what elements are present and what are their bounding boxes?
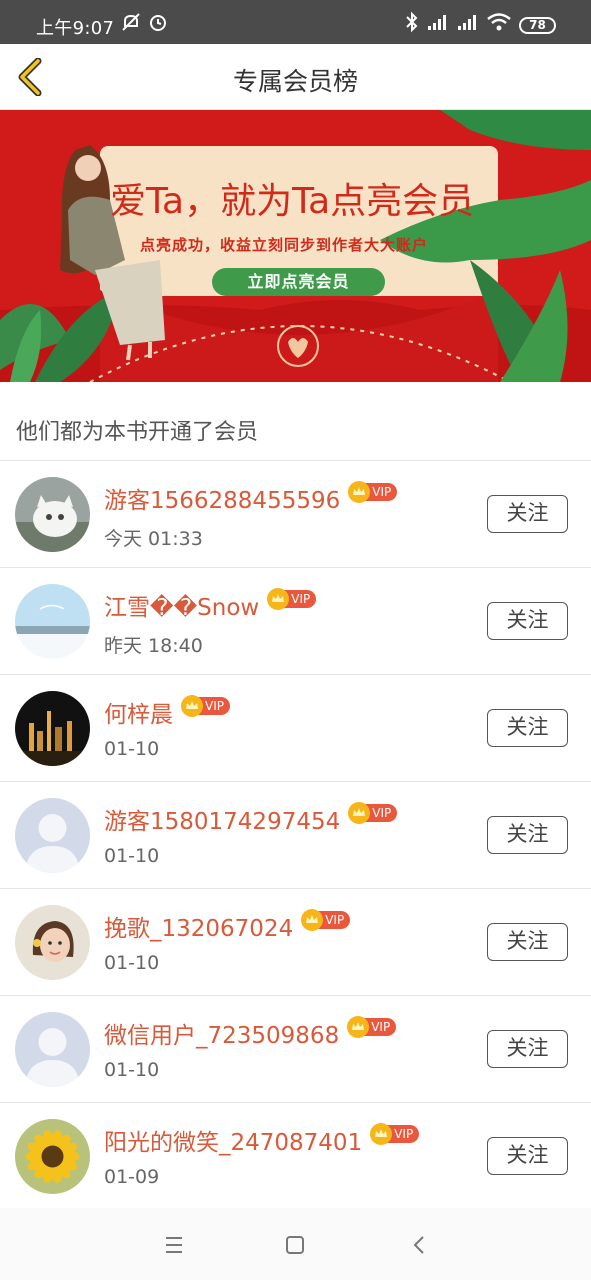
girl-photo-avatar[interactable] — [15, 905, 90, 980]
signal-icon-1 — [426, 11, 450, 37]
crown-icon — [348, 802, 371, 824]
follow-button[interactable]: 关注 — [487, 923, 568, 961]
member-row[interactable]: 微信用户_723509868 VIP 01-10 关注 — [0, 996, 591, 1103]
member-row[interactable]: 游客1580174297454 VIP 01-10 关注 — [0, 782, 591, 889]
vip-badge: VIP — [370, 1123, 420, 1145]
cat-photo-avatar[interactable] — [15, 477, 90, 552]
member-join-time: 01-10 — [104, 1059, 160, 1081]
wifi-icon — [486, 11, 512, 37]
crown-icon — [347, 1016, 370, 1038]
system-nav-bar — [0, 1208, 591, 1280]
member-row[interactable]: 何梓晨 VIP 01-10 关注 — [0, 675, 591, 782]
vip-badge: VIP — [348, 802, 398, 824]
crown-icon — [348, 481, 371, 503]
alarm-icon — [147, 11, 169, 37]
mute-icon — [120, 11, 142, 37]
member-name[interactable]: 游客1566288455596 VIP — [104, 481, 398, 515]
section-title: 他们都为本书开通了会员 — [16, 420, 259, 445]
member-join-time: 昨天 18:40 — [104, 635, 203, 657]
crown-icon — [370, 1123, 393, 1145]
member-list: 游客1566288455596 VIP 今天 01:33 关注 江雪��Snow VIP 昨… — [0, 461, 591, 1210]
status-bar: 上午9:07 78 — [0, 0, 591, 44]
member-row[interactable]: 游客1566288455596 VIP 今天 01:33 关注 — [0, 461, 591, 568]
battery-indicator: 78 — [519, 17, 556, 34]
default-person-avatar[interactable] — [15, 798, 90, 873]
member-name[interactable]: 阳光的微笑_247087401 VIP — [104, 1123, 420, 1157]
follow-button[interactable]: 关注 — [487, 495, 568, 533]
member-name[interactable]: 游客1580174297454 VIP — [104, 802, 398, 836]
banner-headline: 爱Ta，就为Ta点亮会员 — [110, 181, 475, 222]
member-name-text: 微信用户_723509868 — [104, 1023, 340, 1049]
home-icon[interactable] — [280, 1230, 310, 1260]
menu-icon[interactable] — [160, 1230, 190, 1260]
banner-subline: 点亮成功，收益立刻同步到作者大大账户 — [140, 236, 429, 254]
member-name-text: 游客1580174297454 — [104, 809, 341, 835]
follow-button[interactable]: 关注 — [487, 1030, 568, 1068]
member-join-time: 今天 01:33 — [104, 528, 203, 550]
follow-button[interactable]: 关注 — [487, 602, 568, 640]
member-name[interactable]: 挽歌_132067024 VIP — [104, 909, 351, 943]
crown-icon — [267, 588, 290, 610]
member-join-time: 01-10 — [104, 738, 160, 760]
signal-icon-2 — [456, 11, 480, 37]
vip-badge: VIP — [348, 481, 398, 503]
default-person-avatar[interactable] — [15, 1012, 90, 1087]
crown-icon — [181, 695, 203, 717]
vip-badge: VIP — [181, 695, 230, 717]
member-name-text: 何梓晨 — [104, 702, 173, 728]
vip-badge: VIP — [267, 588, 317, 610]
back-nav-icon[interactable] — [405, 1230, 435, 1260]
member-row[interactable]: 挽歌_132067024 VIP 01-10 关注 — [0, 889, 591, 996]
member-name-text: 江雪��Snow — [104, 595, 260, 621]
bluetooth-icon — [403, 11, 421, 37]
header-bar: 专属会员榜 — [0, 44, 591, 110]
member-join-time: 01-10 — [104, 845, 160, 867]
status-time: 上午9:07 — [36, 18, 115, 39]
member-name-text: 游客1566288455596 — [104, 488, 341, 514]
crown-icon — [301, 909, 324, 931]
member-join-time: 01-09 — [104, 1166, 160, 1188]
vip-badge: VIP — [301, 909, 351, 931]
member-name[interactable]: 微信用户_723509868 VIP — [104, 1016, 397, 1050]
banner-cta-button[interactable]: 立即点亮会员 — [212, 268, 385, 296]
follow-button[interactable]: 关注 — [487, 816, 568, 854]
member-row[interactable]: 阳光的微笑_247087401 VIP 01-09 关注 — [0, 1103, 591, 1210]
sunflower-avatar[interactable] — [15, 1119, 90, 1194]
vip-badge: VIP — [347, 1016, 397, 1038]
member-name[interactable]: 江雪��Snow VIP — [104, 588, 317, 622]
follow-button[interactable]: 关注 — [487, 1137, 568, 1175]
member-name-text: 挽歌_132067024 — [104, 916, 294, 942]
promo-banner[interactable]: 爱Ta，就为Ta点亮会员 点亮成功，收益立刻同步到作者大大账户 立即点亮会员 — [0, 110, 591, 382]
follow-button[interactable]: 关注 — [487, 709, 568, 747]
member-name[interactable]: 何梓晨 VIP — [104, 695, 230, 729]
member-name-text: 阳光的微笑_247087401 — [104, 1130, 363, 1156]
snow-landscape-avatar[interactable] — [15, 584, 90, 659]
city-night-avatar[interactable] — [15, 691, 90, 766]
page-title: 专属会员榜 — [232, 67, 358, 96]
member-row[interactable]: 江雪��Snow VIP 昨天 18:40 关注 — [0, 568, 591, 675]
member-join-time: 01-10 — [104, 952, 160, 974]
